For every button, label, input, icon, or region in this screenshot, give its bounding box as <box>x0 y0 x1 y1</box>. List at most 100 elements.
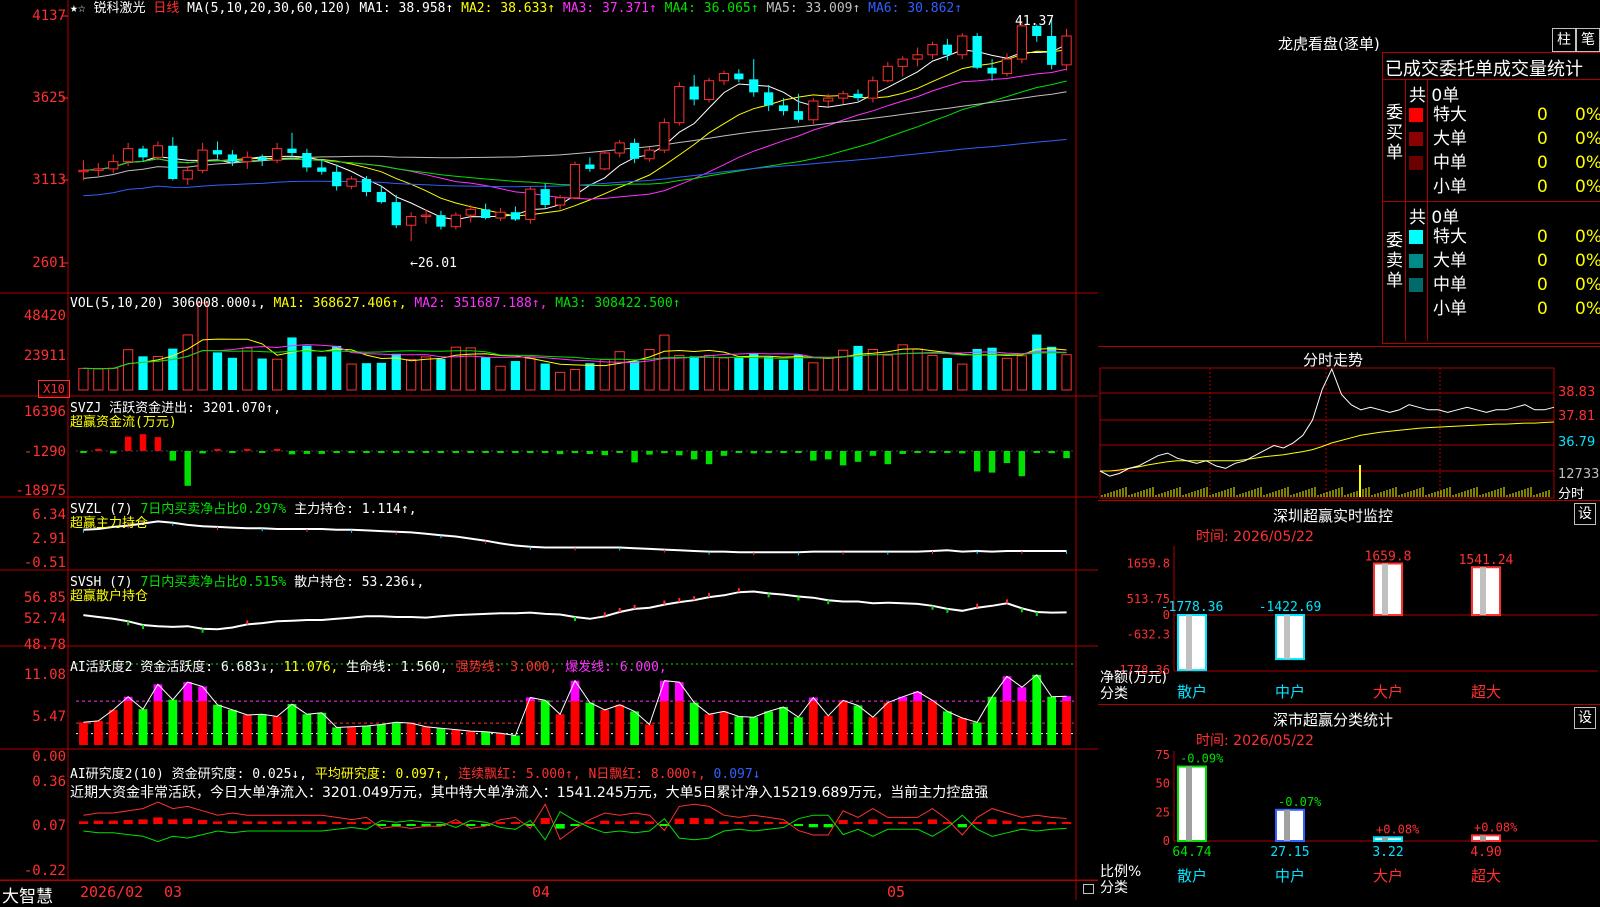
volume-bar <box>332 345 342 390</box>
fund-flow-bar <box>348 451 355 453</box>
candle-body <box>912 54 923 60</box>
date-label: 03 <box>164 883 183 901</box>
fund-flow-bar <box>1063 451 1070 459</box>
intraday-panel[interactable]: 分时走势 38.83 37.81 36.79 12733 分时 <box>1098 346 1600 502</box>
research-bar <box>927 819 938 824</box>
candle-body <box>689 86 699 100</box>
fund-flow-bar <box>1003 451 1011 463</box>
sz-bar-label: 大户 <box>1373 683 1403 701</box>
ai-bar <box>496 733 505 745</box>
order-pct: 0% <box>1575 275 1600 295</box>
research-bar <box>898 822 908 824</box>
ai-bar <box>972 722 982 745</box>
order-size-label: 中单 <box>1433 275 1467 295</box>
candle <box>569 161 581 200</box>
volume-bar <box>659 334 670 391</box>
vol-multiplier[interactable]: X10 <box>38 380 70 398</box>
volume-bar <box>927 354 938 391</box>
ai-bar <box>957 717 967 745</box>
order-size-label: 大单 <box>1433 129 1467 149</box>
candle <box>78 160 89 181</box>
order-row: 特大 0 0% <box>1405 103 1600 127</box>
ai-header: AI活跃度2 资金活跃度: 6.683↓, 11.076, 生命线: 1.560… <box>70 660 667 675</box>
ss-bar-shade <box>1382 837 1388 841</box>
order-row: 大单 0 0% <box>1405 249 1600 273</box>
fund-flow-bar <box>139 434 147 451</box>
ai-bar <box>376 724 386 745</box>
sz-bar-value: 1541.24 <box>1459 553 1514 568</box>
vol-tick: 23911 <box>23 348 66 364</box>
high-annotation: 41.37 <box>1015 14 1055 29</box>
star-icon[interactable]: ★☆ <box>70 1 86 16</box>
fund-flow-bar <box>586 451 594 454</box>
ma-value-1: MA1: 38.958↑ <box>359 1 454 16</box>
ai-bar <box>287 704 297 745</box>
volume-bar <box>108 367 119 391</box>
ss-bar-value: 27.15 <box>1270 845 1309 860</box>
ai-bar <box>823 715 833 745</box>
fund-flow-bar <box>244 449 251 451</box>
fund-flow-bar <box>631 451 638 463</box>
intraday-tick: 37.81 <box>1558 409 1596 424</box>
volume-bar <box>1001 357 1013 391</box>
fund-flow-bar <box>735 451 743 453</box>
candle-body <box>644 149 655 160</box>
ai2-note: 近期大资金非常活跃，今日大单净流入：3201.049万元，其中特大单净流入：15… <box>70 785 989 801</box>
fund-flow-bar <box>616 451 623 453</box>
ss-bar-change: -0.09% <box>1180 752 1224 766</box>
volume-bar <box>242 347 253 391</box>
fund-flow-bar <box>929 451 936 453</box>
candle-body <box>987 67 997 74</box>
research-bar <box>317 821 327 824</box>
ai-bar <box>198 701 207 745</box>
candle <box>853 89 863 101</box>
fund-flow-bar <box>541 451 549 453</box>
period-label[interactable]: 日线 <box>153 1 179 16</box>
candle-body <box>554 197 566 206</box>
candle <box>287 132 297 158</box>
candle-body <box>585 164 595 169</box>
candle-body <box>525 188 536 220</box>
candle-body <box>481 209 491 218</box>
ai-bar <box>734 716 744 745</box>
tick-mode-button[interactable]: 笔 <box>1576 28 1600 52</box>
research-bar <box>287 821 297 824</box>
candle-body <box>420 214 432 218</box>
candle-body <box>108 161 119 170</box>
ai-bar <box>93 720 103 745</box>
research-bar <box>987 819 997 824</box>
kline-area[interactable]: ★☆ 锐科激光 日线 MA(5,10,20,30,60,120) MA1: 38… <box>0 0 1098 907</box>
ai-bar <box>928 701 937 745</box>
ai-bar <box>659 701 669 745</box>
ai-tick: 11.08 <box>23 667 66 683</box>
order-row: 小单 0 0% <box>1405 175 1600 199</box>
low-annotation: ←26.01 <box>410 256 457 271</box>
candle-body <box>168 145 178 179</box>
candle-body <box>674 86 685 124</box>
bar-mode-button[interactable]: 柱 <box>1552 28 1576 52</box>
ai-bar <box>943 711 952 745</box>
candle <box>867 76 879 103</box>
order-pct: 0% <box>1575 299 1600 319</box>
fund-flow-bar <box>1033 451 1040 453</box>
ai-bar <box>123 701 133 745</box>
fund-flow-bar <box>780 451 787 454</box>
ai-bar <box>153 701 163 745</box>
sz-bar-label: 超大 <box>1471 683 1501 701</box>
fund-flow-bar <box>944 451 951 454</box>
volume-bar <box>257 358 267 390</box>
candle-body <box>1001 58 1013 75</box>
fund-flow-bar <box>661 451 668 454</box>
research-bar <box>957 824 967 828</box>
order-count: 0 <box>1537 251 1548 271</box>
fund-flow-bar <box>95 448 102 451</box>
candle-body <box>897 58 908 67</box>
candle-body <box>838 93 849 99</box>
research-bar <box>912 822 923 824</box>
chart-canvas[interactable] <box>0 0 1098 900</box>
research-bar <box>242 821 252 824</box>
sz-xlabel: 分类 <box>1100 686 1128 702</box>
volume-bar <box>749 353 759 390</box>
lock-icon[interactable] <box>1083 884 1094 894</box>
ai-bar <box>406 723 416 745</box>
